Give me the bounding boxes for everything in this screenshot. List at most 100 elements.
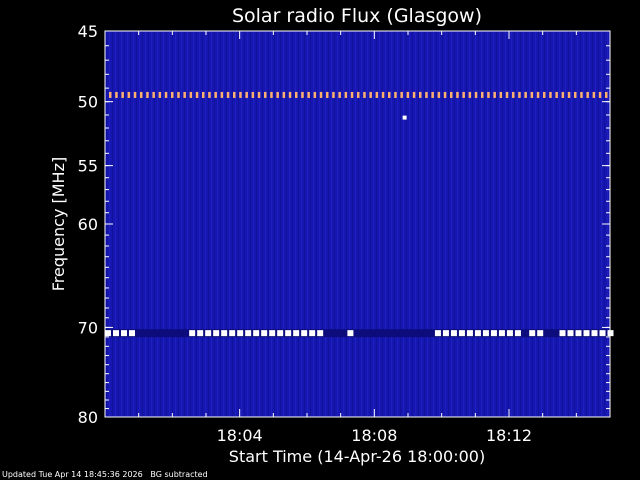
band-dot-49mhz — [183, 91, 186, 98]
spectrogram-chart: 45 50 55 60 70 80 18:04 18:08 18:12 Solar radio… — [49, 5, 614, 466]
band-dash-70mhz — [189, 330, 196, 337]
band-dot-49mhz — [543, 91, 546, 98]
burst-point — [402, 115, 407, 120]
band-dash-70mhz — [113, 330, 119, 337]
band-dash-70mhz — [474, 330, 481, 337]
band-dash-70mhz — [591, 330, 598, 337]
band-dash-70mhz — [490, 330, 497, 337]
band-dot-49mhz — [499, 91, 503, 98]
band-dot-49mhz — [357, 91, 360, 98]
x-tick-label: 18:04 — [217, 426, 263, 445]
band-dot-49mhz — [493, 91, 496, 98]
band-dot-49mhz — [208, 91, 211, 98]
band-dot-49mhz — [592, 91, 596, 98]
band-dot-49mhz — [127, 91, 131, 98]
band-dot-49mhz — [257, 91, 261, 98]
y-axis-label: Frequency [MHz] — [49, 157, 68, 291]
band-dot-49mhz — [307, 91, 310, 98]
band-dash-70mhz — [458, 330, 465, 337]
band-dot-49mhz — [115, 91, 118, 98]
band-dot-49mhz — [481, 91, 484, 98]
band-dash-70mhz — [529, 330, 536, 337]
band-dot-49mhz — [437, 91, 441, 98]
band-dot-49mhz — [555, 91, 558, 98]
band-dot-49mhz — [574, 91, 577, 98]
plot-area — [105, 31, 610, 417]
y-tick-label: 60 — [78, 215, 98, 234]
y-tick-label: 45 — [78, 22, 98, 41]
band-dot-49mhz — [195, 91, 199, 98]
band-dot-49mhz — [567, 91, 571, 98]
band-dot-49mhz — [598, 91, 602, 98]
band-dash-70mhz — [237, 330, 244, 337]
band-dash-70mhz — [575, 330, 582, 337]
band-dash-70mhz — [121, 330, 127, 337]
band-dash-70mhz — [221, 330, 228, 337]
band-dot-49mhz — [381, 91, 385, 98]
band-dot-49mhz — [276, 91, 279, 98]
band-dash-70mhz — [482, 330, 489, 337]
band-dash-70mhz — [213, 330, 220, 337]
band-dot-49mhz — [171, 91, 174, 98]
band-dot-49mhz — [462, 91, 465, 98]
band-dash-70mhz — [466, 330, 473, 337]
band-dash-70mhz — [205, 330, 212, 337]
band-dot-49mhz — [146, 91, 149, 98]
band-dot-49mhz — [202, 91, 205, 98]
band-dot-49mhz — [133, 91, 137, 98]
band-dot-49mhz — [419, 91, 422, 98]
band-dot-49mhz — [580, 91, 583, 98]
band-dot-49mhz — [288, 91, 292, 98]
band-dash-70mhz — [559, 330, 566, 337]
band-dot-49mhz — [350, 91, 354, 98]
band-dash-70mhz — [442, 330, 449, 337]
band-dash-70mhz — [269, 330, 276, 337]
band-dash-70mhz — [253, 330, 260, 337]
y-tick-label: 55 — [78, 157, 98, 176]
band-dot-49mhz — [388, 91, 391, 98]
band-dot-49mhz — [406, 91, 410, 98]
band-dot-49mhz — [109, 91, 112, 98]
band-dot-49mhz — [450, 91, 453, 98]
band-dash-70mhz — [261, 330, 268, 337]
band-dot-49mhz — [400, 91, 403, 98]
x-axis-label: Start Time (14-Apr-26 18:00:00) — [229, 447, 485, 466]
chart-title: Solar radio Flux (Glasgow) — [232, 5, 482, 27]
band-dot-49mhz — [152, 91, 155, 98]
band-dot-49mhz — [140, 91, 143, 98]
band-dot-49mhz — [505, 91, 509, 98]
band-dot-49mhz — [536, 91, 540, 98]
band-dot-49mhz — [344, 91, 348, 98]
band-dot-49mhz — [214, 91, 217, 98]
band-dot-49mhz — [282, 91, 286, 98]
band-dash-70mhz — [514, 330, 521, 337]
band-dot-49mhz — [549, 91, 552, 98]
band-dot-49mhz — [177, 91, 180, 98]
band-dot-49mhz — [425, 91, 428, 98]
band-dot-49mhz — [239, 91, 242, 98]
band-dash-70mhz — [245, 330, 252, 337]
band-dash-70mhz — [277, 330, 284, 337]
band-dash-70mhz — [567, 330, 574, 337]
band-dot-49mhz — [363, 91, 366, 98]
band-dash-70mhz — [347, 330, 354, 337]
band-dot-49mhz — [295, 91, 298, 98]
band-dash-70mhz — [583, 330, 590, 337]
band-dash-70mhz — [498, 330, 505, 337]
band-dot-49mhz — [468, 91, 472, 98]
y-tick-label: 80 — [78, 408, 98, 427]
band-dot-49mhz — [158, 91, 162, 98]
band-dot-49mhz — [474, 91, 478, 98]
band-dot-49mhz — [512, 91, 515, 98]
band-dot-49mhz — [189, 91, 193, 98]
x-tick-label: 18:08 — [351, 426, 397, 445]
y-tick-label: 70 — [78, 318, 98, 337]
band-dot-49mhz — [264, 91, 267, 98]
band-dot-49mhz — [605, 91, 608, 98]
band-dash-70mhz — [229, 330, 236, 337]
band-dash-70mhz — [301, 330, 308, 337]
band-dot-49mhz — [456, 91, 459, 98]
band-dot-49mhz — [530, 91, 534, 98]
band-dot-49mhz — [332, 91, 335, 98]
band-dash-70mhz — [317, 330, 324, 337]
